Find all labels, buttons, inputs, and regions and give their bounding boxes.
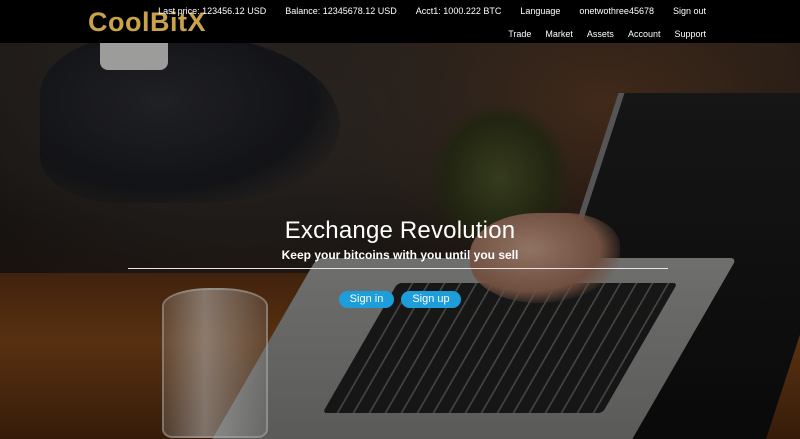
nav-assets[interactable]: Assets [587,29,614,39]
nav-support[interactable]: Support [674,29,706,39]
hero-divider [128,268,668,269]
sign-out-link[interactable]: Sign out [673,6,706,16]
page: CoolBitX Last price: 123456.12 USD Balan… [0,0,800,439]
hero-subtitle: Keep your bitcoins with you until you se… [281,248,519,262]
top-navigation-bar: CoolBitX Last price: 123456.12 USD Balan… [0,0,800,43]
last-price-text: Last price: 123456.12 USD [158,6,267,16]
nav-market[interactable]: Market [545,29,573,39]
language-link[interactable]: Language [520,6,560,16]
account-status-bar: Last price: 123456.12 USD Balance: 12345… [139,6,706,16]
balance-text: Balance: 12345678.12 USD [285,6,397,16]
nav-account[interactable]: Account [628,29,661,39]
hero-section: Exchange Revolution Keep your bitcoins w… [0,43,800,439]
sign-in-button[interactable]: Sign in [339,291,394,308]
nav-trade[interactable]: Trade [508,29,531,39]
sign-up-button[interactable]: Sign up [401,291,461,308]
account-btc-text: Acct1: 1000.222 BTC [415,6,502,16]
hero-title: Exchange Revolution [284,217,516,244]
username-link[interactable]: onetwothree45678 [579,6,654,16]
main-menu: Trade Market Assets Account Support [494,29,706,39]
